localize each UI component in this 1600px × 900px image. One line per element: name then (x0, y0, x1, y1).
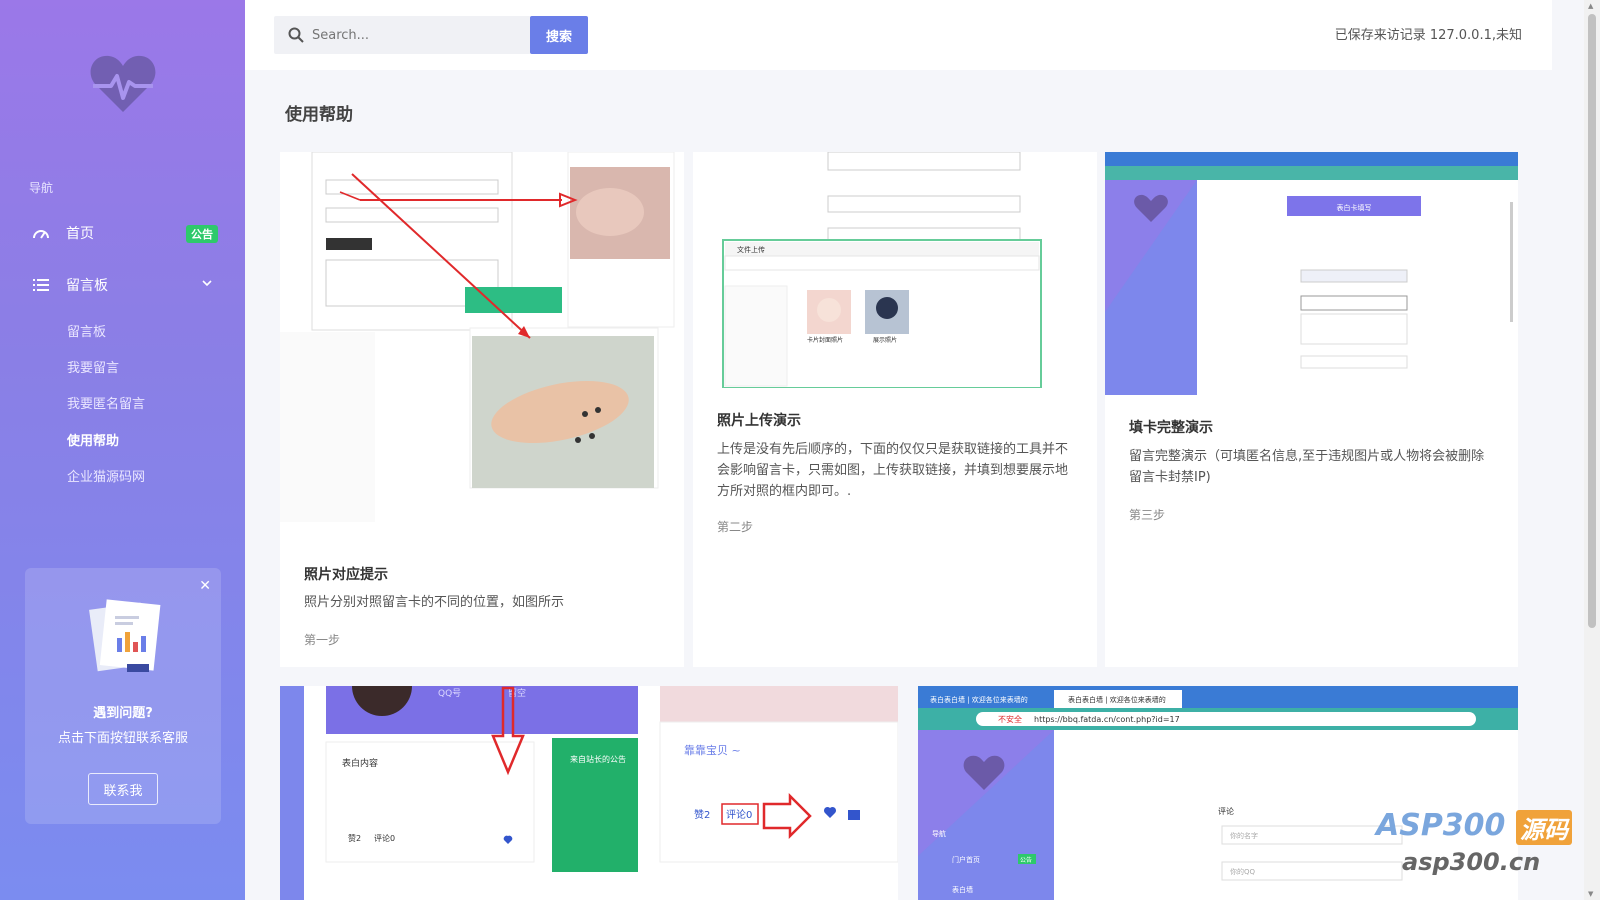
help-card-image-like-demo: QQ号 留空 表白内容 赞2 评论0 来自站长的公告 靠靠宝贝 ~ 赞2 评论0 (280, 686, 898, 900)
visit-record-text: 已保存来访记录 127.0.0.1,未知 (1334, 28, 1522, 43)
search-icon (288, 27, 304, 43)
browser-tab-1: 表白表白墙 | 欢迎各位来表墙的 (930, 695, 1028, 704)
like-count-small: 赞2 (348, 833, 361, 843)
sidebar-item-home[interactable]: 首页 公告 (30, 218, 220, 248)
form-button-text: 表白卡填写 (1337, 203, 1372, 212)
side-home-label: 门户首页 (952, 855, 980, 864)
card-description: 照片分别对照留言卡的不同的位置，如图所示 (304, 595, 565, 610)
top-bar: 搜索 已保存来访记录 127.0.0.1,未知 (245, 0, 1552, 70)
side-badge: 公告 (1020, 856, 1032, 864)
file-name-display: 展示照片 (873, 336, 897, 344)
card-title: 照片上传演示 (717, 413, 801, 429)
upload-dialog-title: 文件上传 (737, 245, 765, 254)
form-qq-placeholder: 你的QQ (1230, 867, 1256, 876)
sidebar-sub-source-site[interactable]: 企业猫源码网 (67, 466, 145, 485)
comment-count-small: 评论0 (374, 833, 395, 843)
report-illustration-icon (89, 599, 161, 672)
chevron-down-icon[interactable] (202, 276, 212, 290)
browser-url: https://bbq.fatda.cn/cont.php?id=17 (1034, 715, 1180, 724)
watermark-brand: ASP300 (1376, 808, 1506, 843)
search-button[interactable]: 搜索 (530, 16, 588, 54)
like-count: 赞2 (694, 808, 710, 821)
sidebar-sub-board[interactable]: 留言板 (67, 321, 106, 340)
sidebar-item-home-label: 首页 (66, 226, 94, 242)
sidebar: 导航 首页 公告 留言板 留言板 我要留言 我要匿名留言 使用帮助 企业猫源码网… (0, 0, 245, 900)
card-image: 表白卡填写 (1105, 152, 1518, 395)
card-title: 照片对应提示 (304, 567, 388, 583)
search-box (274, 16, 531, 54)
watermark-logo: ASP300 源码 asp300.cn (1376, 808, 1586, 900)
side-nav-label: 导航 (932, 829, 946, 838)
side-board-label: 表白墙 (952, 885, 973, 894)
scrollbar-thumb[interactable] (1588, 14, 1596, 628)
sidebar-sub-anonymous-post[interactable]: 我要匿名留言 (67, 393, 145, 412)
watermark-site: asp300.cn (1402, 848, 1541, 876)
search-input[interactable] (312, 27, 512, 43)
help-card-subtitle: 点击下面按钮联系客服 (57, 731, 188, 746)
card-description: 留言完整演示（可填匿名信息,至于违规图片或人物将会被删除留言卡封禁IP) (1129, 449, 1485, 485)
file-name-cover: 卡片封面照片 (807, 336, 843, 344)
sidebar-sub-post[interactable]: 我要留言 (67, 357, 119, 376)
announcement-badge: 公告 (186, 225, 218, 243)
help-card-step-2: 文件上传 卡片封面照片 展示照片 照片上传演示 上传是没有先后顺序的，下面的仅仅… (693, 152, 1097, 667)
sidebar-sub-help[interactable]: 使用帮助 (67, 430, 119, 449)
card-step-label: 第二步 (717, 520, 754, 534)
insecure-label: 不安全 (998, 714, 1022, 724)
help-card-title: 遇到问题? (93, 706, 153, 721)
card-description: 上传是没有先后顺序的，下面的仅仅只是获取链接的工具并不会影响留言卡，只需如图，上… (717, 442, 1069, 499)
announcement-title: 来自站长的公告 (570, 754, 626, 764)
card-image (280, 152, 684, 522)
watermark-tag: 源码 (1516, 810, 1572, 845)
help-card-step-1: 照片对应提示 照片分别对照留言卡的不同的位置，如图所示 第一步 (280, 152, 684, 667)
comment-count: 评论0 (726, 808, 752, 821)
form-name-placeholder: 你的名字 (1230, 831, 1258, 840)
heart-pulse-logo-icon (90, 55, 156, 112)
form-comment-label: 评论 (1218, 806, 1234, 816)
page-title: 使用帮助 (285, 105, 353, 125)
contact-button[interactable]: 联系我 (88, 773, 158, 805)
sidebar-item-board[interactable]: 留言板 (30, 270, 220, 300)
help-card-step-3: 表白卡填写 填卡完整演示 留言完整演示（可填匿名信息,至于违规图片或人物将会被删… (1105, 152, 1518, 667)
close-icon[interactable]: ✕ (199, 578, 211, 594)
nav-section-title: 导航 (29, 181, 54, 195)
qq-label: QQ号 (438, 688, 461, 699)
card-step-label: 第一步 (304, 633, 341, 647)
card-title: 填卡完整演示 (1129, 420, 1213, 436)
content-label: 表白内容 (342, 757, 378, 769)
list-icon (30, 278, 52, 292)
help-card: ✕ 遇到问题? 点击下面按钮联系客服 联系我 (25, 568, 221, 824)
card-name: 靠靠宝贝 ~ (684, 743, 741, 757)
scroll-down-icon[interactable]: ▼ (1588, 890, 1593, 898)
scroll-up-icon[interactable]: ▲ (1588, 2, 1593, 10)
sidebar-item-board-label: 留言板 (66, 278, 108, 294)
dashboard-icon (30, 226, 52, 240)
card-image: 文件上传 卡片封面照片 展示照片 (693, 152, 1097, 388)
browser-tab-2: 表白表白墙 | 欢迎各位来表墙的 (1068, 695, 1166, 704)
card-step-label: 第三步 (1129, 508, 1166, 522)
vertical-scrollbar[interactable]: ▲ ▼ (1584, 0, 1600, 900)
